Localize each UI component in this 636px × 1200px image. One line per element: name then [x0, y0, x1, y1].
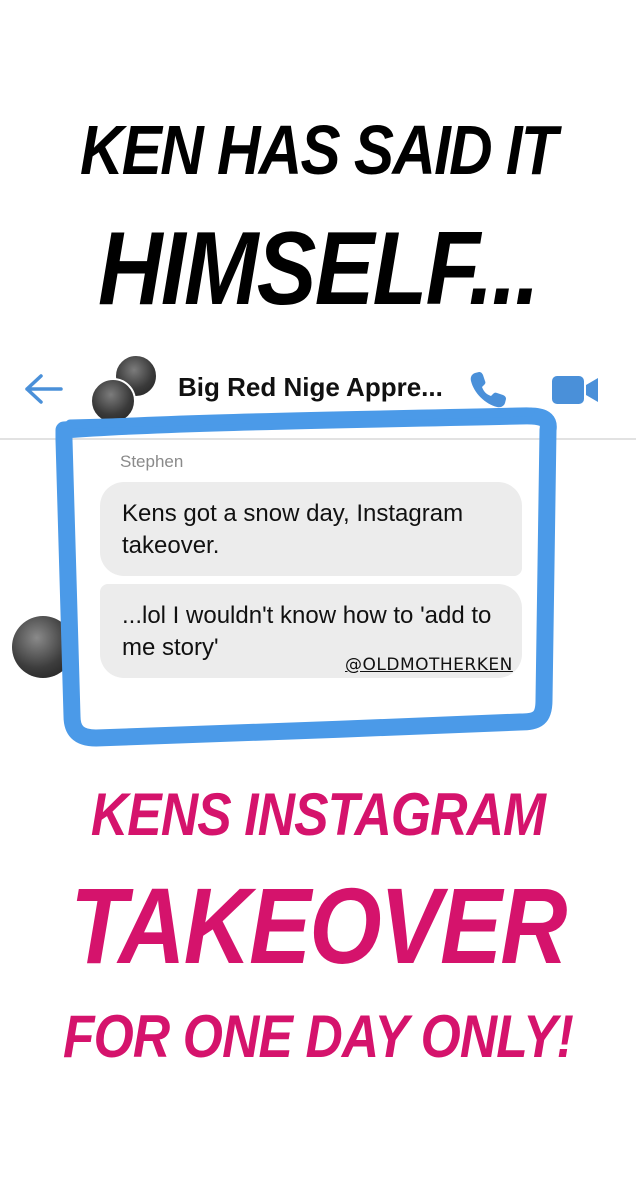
video-call-button[interactable]: [550, 370, 600, 410]
headline-line-1: KEN HAS SAID IT: [80, 111, 558, 189]
story-page: KEN HAS SAID IT HIMSELF... Big Red Nige …: [0, 0, 636, 1200]
chat-title[interactable]: Big Red Nige Appre...: [178, 372, 443, 403]
promo-line-1: KENS INSTAGRAM: [90, 781, 546, 848]
chat-header: Big Red Nige Appre...: [0, 340, 636, 440]
back-button[interactable]: [20, 366, 66, 412]
sender-name: Stephen: [120, 452, 184, 471]
chat-screenshot: Big Red Nige Appre... Stephen Kens got a…: [0, 340, 636, 720]
message-bubble[interactable]: Kens got a snow day, Instagram takeover.: [100, 482, 522, 576]
back-arrow-icon: [25, 374, 63, 404]
promo-line-2: TAKEOVER: [70, 865, 567, 986]
group-avatars[interactable]: [90, 354, 160, 434]
headline-line-2: HIMSELF...: [98, 211, 540, 327]
promo-line-3: FOR ONE DAY ONLY!: [62, 1003, 574, 1070]
video-camera-icon: [552, 376, 598, 404]
avatar: [90, 378, 136, 424]
mention-tag[interactable]: @OLDMOTHERKEN: [345, 655, 513, 675]
phone-icon: [470, 372, 506, 408]
sender-avatar[interactable]: [12, 616, 74, 678]
call-button[interactable]: [466, 368, 510, 412]
